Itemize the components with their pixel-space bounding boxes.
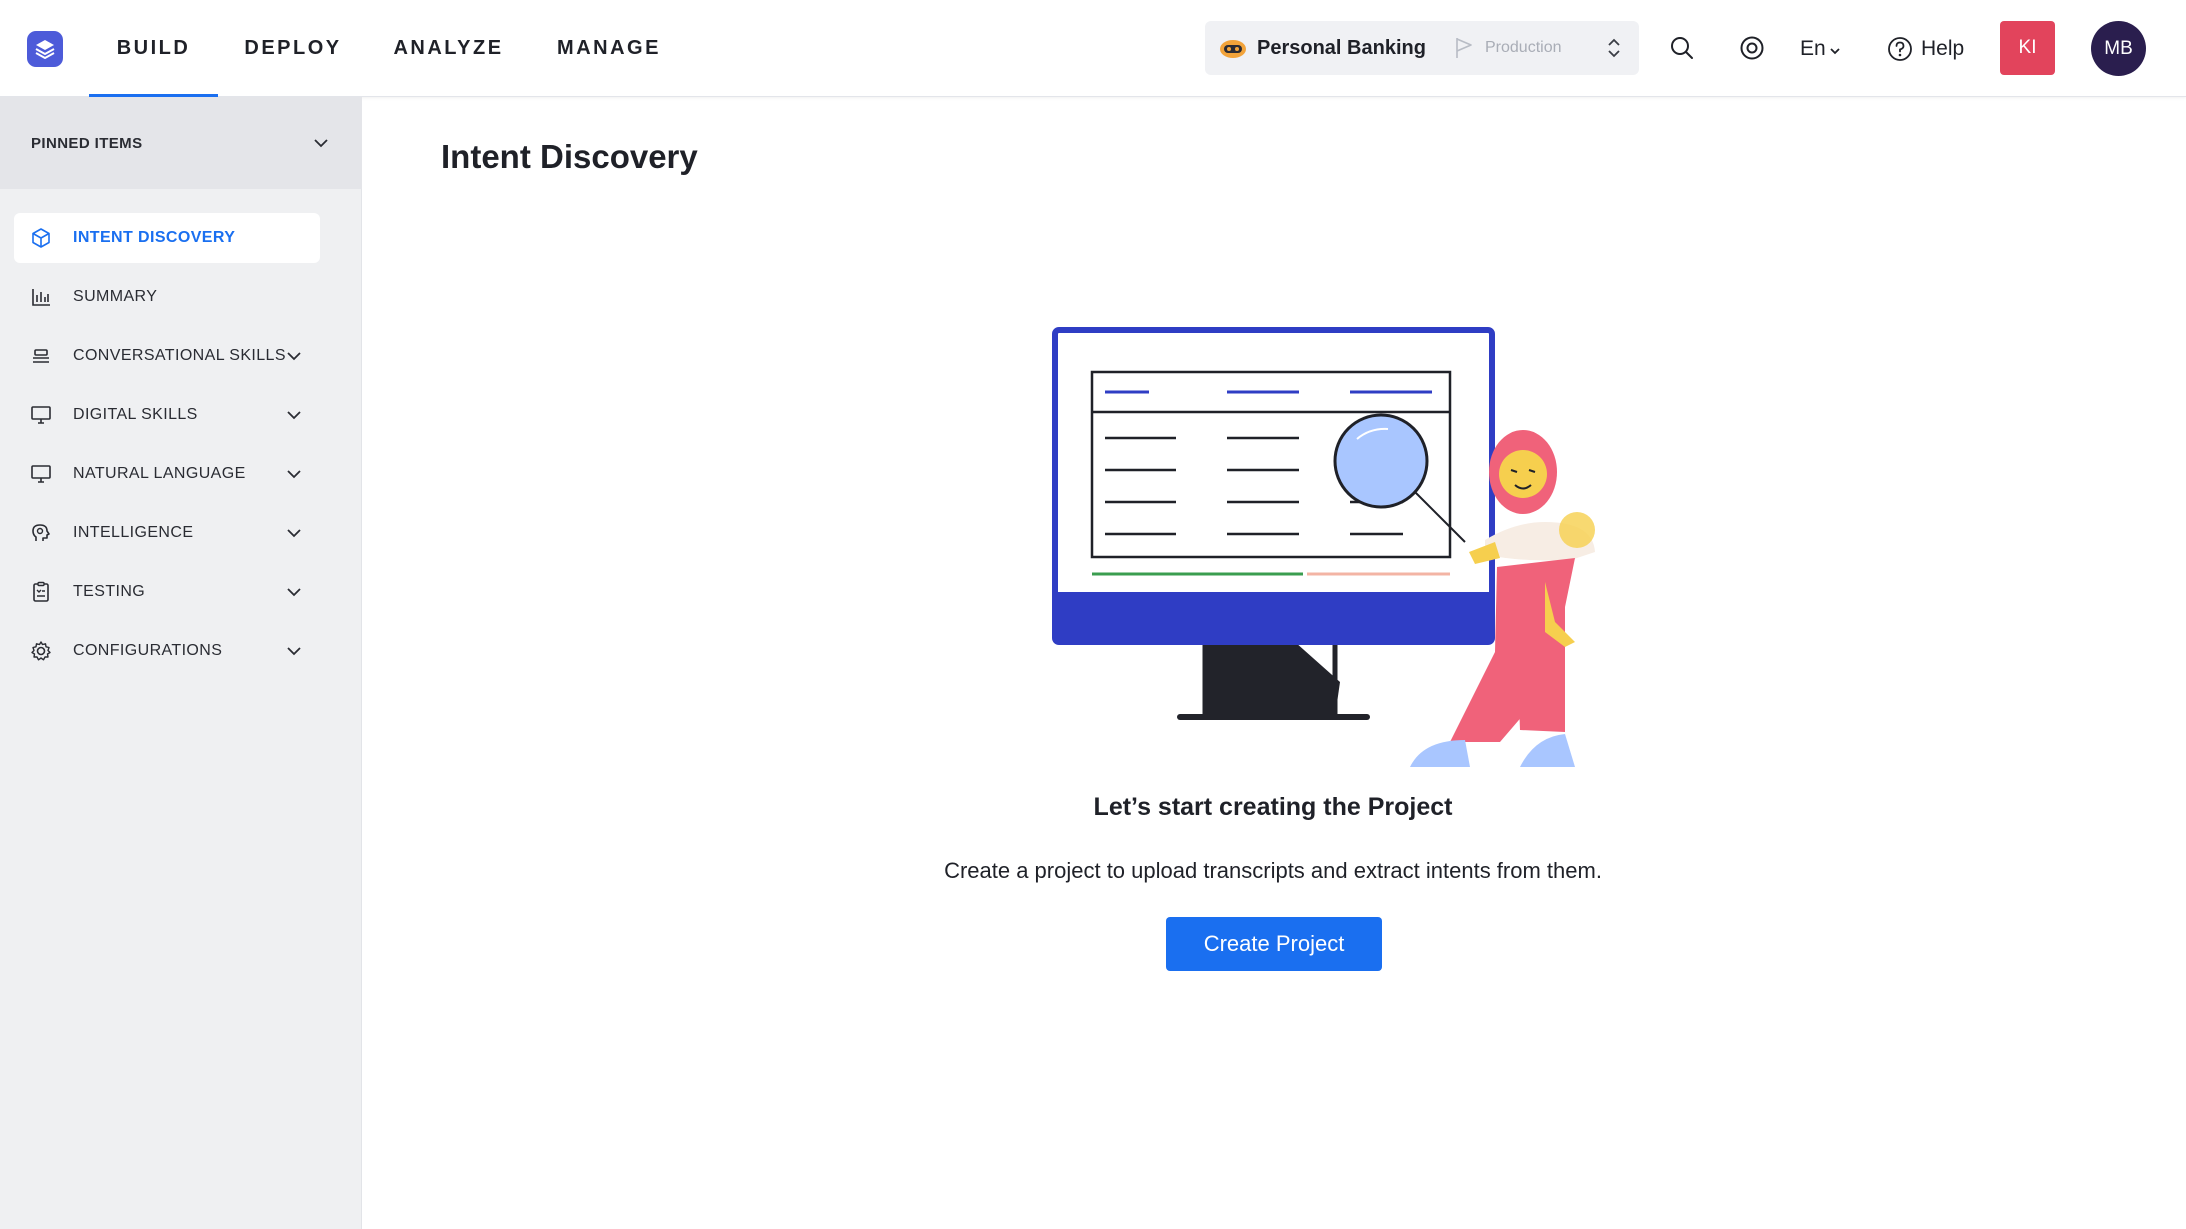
bot-name: Personal Banking (1257, 36, 1426, 59)
sidebar-item-label: SUMMARY (73, 288, 158, 305)
sidebar-item-testing[interactable]: TESTING (14, 567, 320, 617)
environment-name: Production (1485, 39, 1562, 56)
top-bar: BUILD DEPLOY ANALYZE MANAGE Personal Ban… (0, 0, 2186, 97)
bot-selector[interactable]: Personal Banking Production (1205, 21, 1639, 75)
chevron-down-icon (1830, 47, 1840, 54)
sidebar-item-natural-language[interactable]: NATURAL LANGUAGE (14, 449, 320, 499)
user-avatar[interactable]: MB (2091, 21, 2146, 76)
gear-icon (31, 641, 51, 661)
brain-icon (32, 524, 50, 541)
sidebar-item-label: DIGITAL SKILLS (73, 406, 198, 423)
pinned-items-header[interactable]: PINNED ITEMS (0, 97, 362, 189)
sidebar-item-label: CONFIGURATIONS (73, 642, 223, 659)
create-project-button[interactable]: Create Project (1166, 917, 1382, 971)
chevron-down-icon (287, 470, 301, 479)
pinned-items-label: PINNED ITEMS (31, 134, 143, 152)
nav-tab-build[interactable]: BUILD (89, 0, 218, 97)
sidebar-item-conversational-skills[interactable]: CONVERSATIONAL SKILLS (14, 331, 320, 381)
chevron-down-icon (314, 139, 328, 148)
sidebar-item-intent-discovery[interactable]: INTENT DISCOVERY (14, 213, 320, 263)
sidebar-item-summary[interactable]: SUMMARY (14, 272, 320, 322)
monitor-icon (31, 406, 51, 424)
up-down-chevron-icon (1608, 38, 1620, 58)
app-logo-icon[interactable] (27, 31, 63, 67)
help-icon (1888, 36, 1912, 61)
stack-icon (33, 349, 49, 363)
empty-state-illustration (1052, 327, 1595, 767)
sidebar-item-digital-skills[interactable]: DIGITAL SKILLS (14, 390, 320, 440)
help-button[interactable]: Help (1887, 0, 1964, 97)
help-label: Help (1921, 36, 1965, 60)
cube-icon (32, 228, 50, 248)
bar-chart-icon (32, 289, 50, 306)
flag-icon (1456, 38, 1472, 58)
sidebar-item-label: NATURAL LANGUAGE (73, 465, 246, 482)
sidebar-item-label: INTELLIGENCE (73, 524, 194, 541)
nav-tab-analyze[interactable]: ANALYZE (385, 0, 512, 97)
language-label: En (1800, 36, 1826, 60)
target-settings-icon[interactable] (1732, 28, 1772, 68)
page-title: Intent Discovery (441, 138, 698, 175)
sidebar-item-label: INTENT DISCOVERY (73, 229, 236, 246)
clipboard-icon (33, 581, 49, 602)
chevron-down-icon (287, 529, 301, 538)
language-selector[interactable]: En (1800, 0, 1842, 97)
chevron-down-icon (287, 647, 301, 656)
workspace-badge[interactable]: KI (2000, 21, 2055, 75)
empty-state-heading: Let’s start creating the Project (1093, 793, 1453, 821)
monitor-icon (31, 465, 51, 483)
nav-tab-manage[interactable]: MANAGE (551, 0, 667, 97)
nav-tab-deploy[interactable]: DEPLOY (238, 0, 348, 97)
sidebar-item-configurations[interactable]: CONFIGURATIONS (14, 626, 320, 676)
sidebar-item-label: CONVERSATIONAL SKILLS (73, 347, 286, 364)
empty-state-description: Create a project to upload transcripts a… (944, 858, 1602, 883)
chevron-down-icon (287, 411, 301, 420)
chevron-down-icon (287, 352, 301, 361)
sidebar-item-intelligence[interactable]: INTELLIGENCE (14, 508, 320, 558)
chevron-down-icon (287, 588, 301, 597)
search-icon[interactable] (1662, 28, 1702, 68)
sidebar: PINNED ITEMS INTENT DISCOVERY SUMMARY CO… (0, 97, 362, 1229)
sidebar-item-label: TESTING (73, 583, 146, 600)
bot-avatar-icon (1220, 40, 1246, 58)
